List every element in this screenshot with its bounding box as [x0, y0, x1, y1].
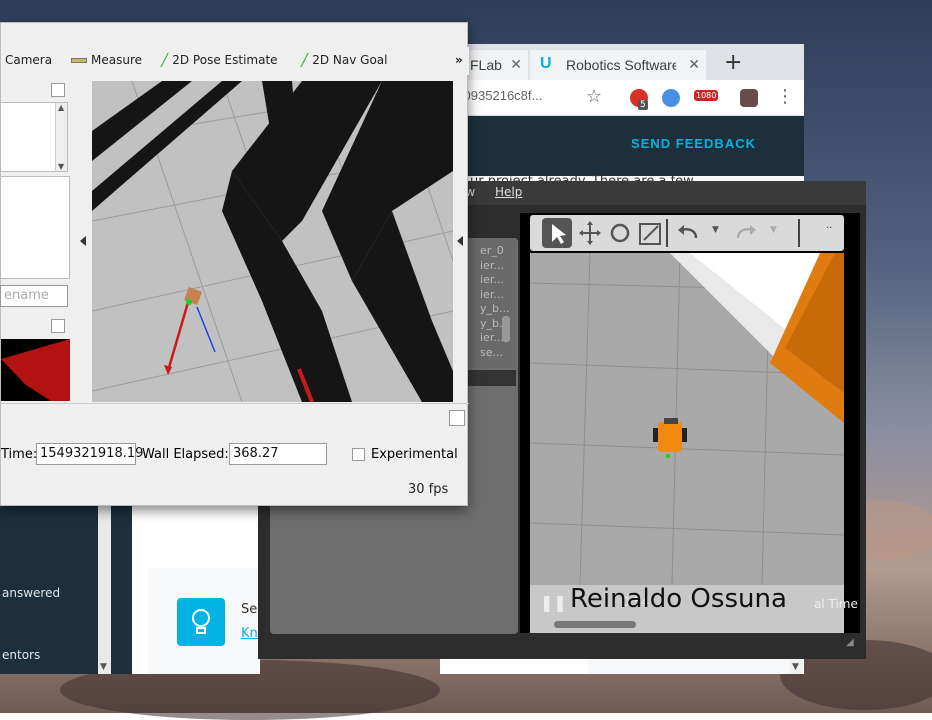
- avatar[interactable]: [740, 89, 758, 107]
- collapse-right-icon[interactable]: [457, 236, 463, 246]
- close-tab-icon[interactable]: ✕: [510, 56, 522, 73]
- tree-item[interactable]: ier...: [480, 259, 504, 272]
- ros-time-value: 1549321918.19: [40, 446, 144, 461]
- send-feedback-link[interactable]: SEND FEEDBACK: [631, 136, 756, 151]
- undo-icon[interactable]: [674, 218, 702, 248]
- green-arrow-icon: ╱: [301, 53, 309, 67]
- rename-input[interactable]: ename: [0, 285, 68, 307]
- wall-elapsed-input[interactable]: 368.27: [229, 443, 327, 465]
- tool-2d-pose-estimate[interactable]: ╱ 2D Pose Estimate: [161, 53, 278, 67]
- tool-label: Camera: [5, 53, 53, 67]
- overlay-name: Reinaldo Ossuna: [570, 584, 787, 614]
- scroll-down-icon[interactable]: ▼: [100, 662, 107, 672]
- tab-label: FLab: [470, 57, 502, 73]
- menu-help[interactable]: Help: [495, 185, 522, 199]
- real-time-label: al Time: [814, 597, 858, 611]
- tool-label: Measure: [91, 53, 142, 67]
- rotate-icon[interactable]: [606, 218, 634, 248]
- rviz-toolbar: Camera Measure ╱ 2D Pose Estimate ╱ 2D N…: [1, 47, 469, 75]
- gazebo-toolbar: ▼ ▼ ··: [530, 215, 844, 251]
- toolbar-separator: [798, 219, 800, 247]
- lightbulb-icon: [177, 598, 225, 646]
- horizontal-scrollbar[interactable]: [554, 621, 636, 628]
- extension-badge: 5: [638, 100, 648, 110]
- experimental-checkbox[interactable]: [352, 448, 365, 461]
- close-tab-icon[interactable]: ✕: [688, 56, 700, 73]
- tree-item[interactable]: ier...: [480, 273, 504, 286]
- browser-tab[interactable]: U Robotics Software ✕: [530, 50, 706, 80]
- extension-icon[interactable]: [662, 89, 680, 107]
- tree-item[interactable]: se...: [480, 346, 503, 359]
- pause-icon[interactable]: ❚❚: [540, 593, 567, 612]
- panel-float-checkbox[interactable]: [51, 83, 65, 97]
- rename-placeholder: ename: [4, 288, 49, 303]
- undo-dropdown-icon[interactable]: ▼: [712, 225, 719, 235]
- sidebar-scrollbar[interactable]: ▼: [98, 506, 111, 674]
- course-sidebar: answered entors ▼: [0, 506, 112, 674]
- rviz-window: Camera Measure ╱ 2D Pose Estimate ╱ 2D N…: [0, 22, 469, 506]
- tool-measure[interactable]: Measure: [71, 53, 142, 67]
- displays-list[interactable]: ▲ ▼: [0, 102, 68, 172]
- tool-label: 2D Nav Goal: [312, 53, 388, 67]
- camera-view: [1, 339, 70, 401]
- rviz-map-view[interactable]: [92, 81, 453, 402]
- resize-grip-icon[interactable]: ◢: [846, 637, 854, 648]
- more-tools-icon[interactable]: ··: [826, 223, 832, 234]
- tree-item[interactable]: y_b...: [480, 302, 509, 315]
- green-arrow-icon: ╱: [161, 53, 169, 67]
- wall-elapsed-value: 368.27: [233, 446, 279, 461]
- fps-indicator: 30 fps: [408, 482, 449, 497]
- tool-2d-nav-goal[interactable]: ╱ 2D Nav Goal: [301, 53, 388, 67]
- panel-float-checkbox[interactable]: [449, 410, 465, 426]
- udacity-logo-icon: U: [540, 55, 552, 72]
- tree-item[interactable]: ier...: [480, 331, 504, 344]
- sidebar-item-mentors[interactable]: entors: [2, 648, 40, 662]
- ros-time-input[interactable]: 1549321918.19: [36, 443, 143, 465]
- redo-dropdown-icon[interactable]: ▼: [770, 225, 777, 235]
- browser-tab-bar: FLab ✕ U Robotics Software ✕ +: [440, 44, 804, 80]
- page-dark-strip: [112, 506, 132, 674]
- select-arrow-icon[interactable]: [542, 218, 572, 248]
- list-scrollbar[interactable]: ▲ ▼: [55, 103, 67, 171]
- translate-icon[interactable]: [576, 218, 604, 248]
- gazebo-3d-view[interactable]: [530, 253, 844, 585]
- scale-icon[interactable]: [636, 218, 664, 248]
- wall-elapsed-label: Wall Elapsed:: [142, 447, 229, 462]
- address-bar[interactable]: -30935216c8f... ☆ 5 1080 ⋮: [440, 80, 804, 116]
- tool-label: 2D Pose Estimate: [172, 53, 278, 67]
- time-label: Time:: [1, 447, 38, 462]
- scroll-down-icon[interactable]: ▼: [792, 662, 799, 672]
- panel-float-checkbox[interactable]: [51, 319, 65, 333]
- new-tab-button[interactable]: +: [724, 50, 742, 75]
- ruler-icon: [71, 57, 87, 63]
- tree-scrollbar[interactable]: [502, 316, 510, 342]
- redo-icon[interactable]: [732, 218, 760, 248]
- menu-kebab-icon[interactable]: ⋮: [776, 86, 794, 107]
- tab-label: Robotics Software: [566, 57, 676, 73]
- bookmark-star-icon[interactable]: ☆: [586, 86, 602, 107]
- extension-badge[interactable]: 1080: [694, 90, 719, 101]
- properties-panel[interactable]: [0, 176, 70, 279]
- toolbar-separator: [666, 219, 668, 247]
- sidebar-item-answered[interactable]: answered: [2, 586, 60, 600]
- scroll-down-icon[interactable]: ▼: [58, 162, 64, 171]
- tree-item[interactable]: ier...: [480, 288, 504, 301]
- divider: [1, 403, 469, 404]
- toolbar-overflow-button[interactable]: »: [455, 53, 463, 67]
- tool-camera[interactable]: Camera: [5, 53, 52, 67]
- experimental-label: Experimental: [371, 447, 458, 462]
- collapse-left-icon[interactable]: [80, 236, 86, 246]
- tree-item[interactable]: er_0: [480, 244, 504, 257]
- scroll-up-icon[interactable]: ▲: [58, 103, 64, 112]
